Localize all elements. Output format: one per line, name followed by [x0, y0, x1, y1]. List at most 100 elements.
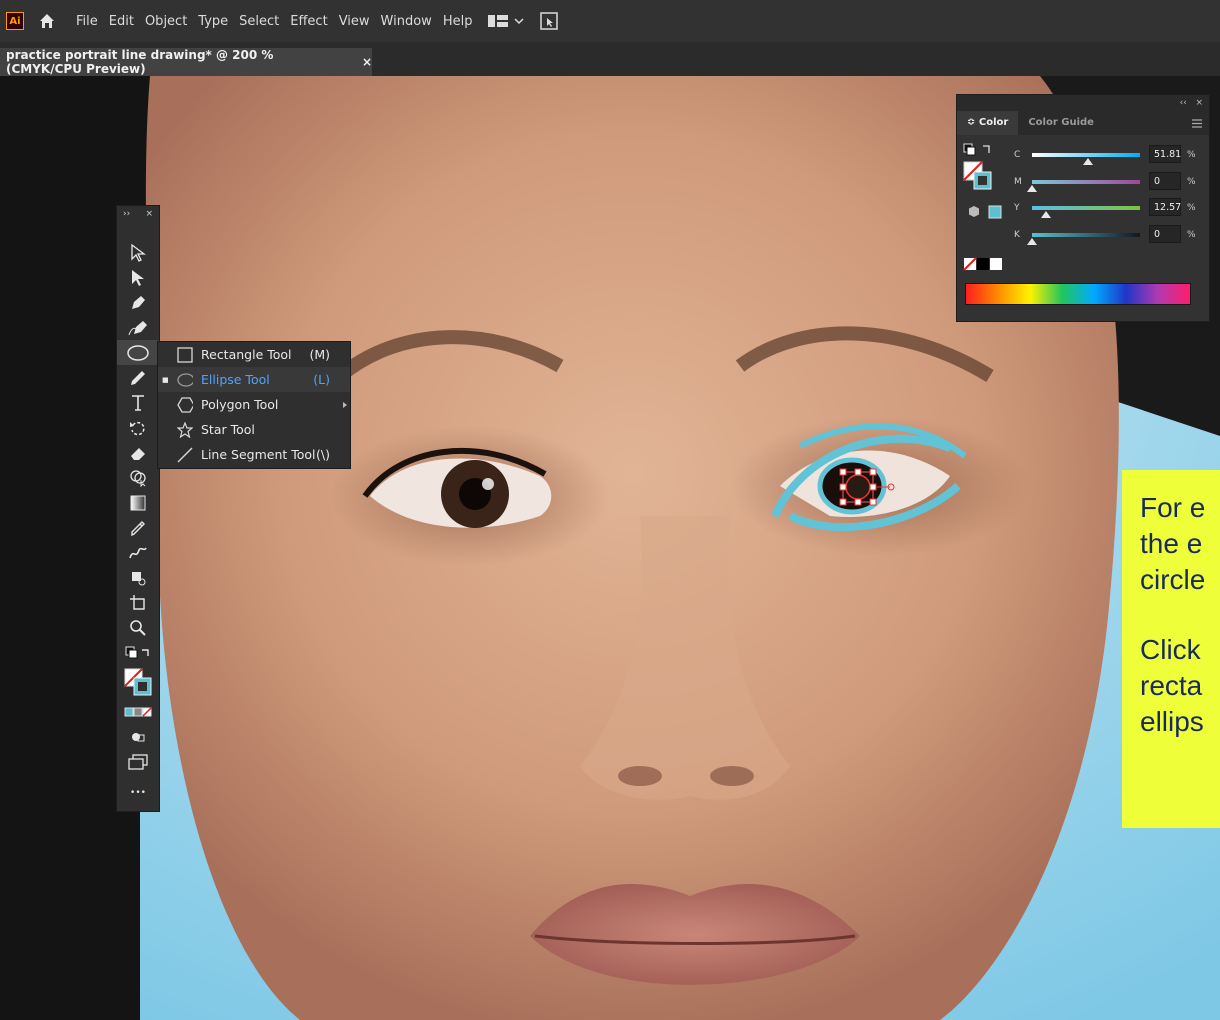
magenta-value-input[interactable]: 0 — [1149, 172, 1181, 190]
drawing-modes[interactable] — [117, 724, 159, 749]
tab-color-guide-label: Color Guide — [1028, 117, 1094, 128]
slider-label: C — [1014, 150, 1021, 160]
pencil-tool[interactable] — [117, 365, 159, 390]
close-panel-icon[interactable]: × — [145, 209, 153, 219]
workspace-switcher[interactable] — [488, 14, 524, 28]
rotate-tool[interactable] — [117, 415, 159, 440]
close-tab-icon[interactable]: × — [362, 55, 372, 69]
unit-label: % — [1187, 230, 1196, 240]
curvature-tool[interactable] — [117, 315, 159, 340]
eraser-icon — [131, 447, 145, 460]
screen-mode-icon — [128, 753, 148, 770]
slider-thumb[interactable] — [1027, 238, 1037, 245]
type-tool[interactable] — [117, 390, 159, 415]
tools-panel: ›› × ••• — [116, 205, 160, 812]
menu-file[interactable]: File — [76, 14, 98, 29]
menu-bar: Ai File Edit Object Type Select Effect V… — [0, 0, 1220, 42]
fill-stroke-icon — [124, 668, 152, 696]
note-line: Click — [1140, 634, 1201, 665]
menu-select[interactable]: Select — [239, 14, 279, 29]
color-spectrum-bar[interactable] — [965, 283, 1191, 305]
unit-label: % — [1187, 150, 1196, 160]
eyedropper-tool[interactable] — [117, 515, 159, 540]
rotate-icon — [130, 421, 145, 435]
workspace-grid-icon — [488, 15, 509, 27]
menu-effect[interactable]: Effect — [290, 14, 327, 29]
slider-track[interactable] — [1032, 180, 1140, 184]
slider-thumb[interactable] — [1041, 211, 1052, 218]
symbol-sprayer-tool[interactable] — [117, 565, 159, 590]
eraser-tool[interactable] — [117, 440, 159, 465]
black-value-input[interactable]: 0 — [1149, 225, 1181, 243]
pencil-icon — [131, 370, 145, 385]
cyan-value-input[interactable]: 51.81 — [1149, 145, 1181, 163]
pen-tool[interactable] — [117, 290, 159, 315]
artboard-tool[interactable] — [117, 590, 159, 615]
menu-object[interactable]: Object — [145, 14, 187, 29]
shape-tools-flyout: Rectangle Tool (M) ■ Ellipse Tool (L) Po… — [157, 341, 351, 469]
note-line: recta — [1140, 670, 1203, 701]
ellipse-icon — [177, 372, 193, 387]
blend-tool[interactable] — [117, 540, 159, 565]
submenu-arrow-icon — [343, 401, 347, 408]
color-mode-buttons[interactable] — [117, 699, 159, 724]
panel-menu-icon[interactable] — [1191, 119, 1203, 128]
flyout-star-tool[interactable]: Star Tool — [158, 417, 350, 442]
collapse-panel-icon[interactable]: ‹‹ — [1180, 98, 1187, 108]
ellipse-tool-icon — [127, 344, 149, 361]
curvature-pen-icon — [128, 320, 147, 335]
shape-builder-tool[interactable] — [117, 465, 159, 490]
zoom-icon — [130, 619, 146, 636]
selection-tool[interactable] — [117, 240, 159, 265]
direct-selection-arrow-icon — [132, 269, 144, 286]
flyout-line-segment-tool[interactable]: Line Segment Tool (\) — [158, 442, 350, 467]
slider-thumb[interactable] — [1083, 158, 1094, 165]
close-panel-icon[interactable]: × — [1195, 98, 1203, 108]
color-none-gradient-icon — [124, 706, 152, 717]
flyout-rectangle-tool[interactable]: Rectangle Tool (M) — [158, 342, 350, 367]
tab-color[interactable]: ≎ Color — [957, 111, 1019, 135]
menu-view[interactable]: View — [339, 14, 370, 29]
instruction-note: For e the e circle Click recta ellips — [1122, 470, 1220, 828]
slider-magenta[interactable]: M 0 % — [957, 172, 1207, 192]
menu-help[interactable]: Help — [443, 14, 473, 29]
document-tab[interactable]: practice portrait line drawing* @ 200 % … — [0, 48, 372, 76]
pen-icon — [132, 295, 145, 309]
eyedropper-icon — [131, 520, 145, 536]
direct-selection-tool[interactable] — [117, 265, 159, 290]
yellow-value-input[interactable]: 12.57 — [1149, 198, 1181, 216]
artboard-icon — [130, 594, 145, 610]
default-fill-stroke[interactable] — [117, 640, 159, 665]
slider-track[interactable] — [1032, 153, 1140, 157]
collapse-panel-icon[interactable]: ›› — [123, 209, 130, 219]
screen-mode[interactable] — [117, 749, 159, 774]
line-icon — [177, 447, 193, 462]
home-icon[interactable] — [38, 12, 56, 30]
slider-black[interactable]: K 0 % — [957, 225, 1207, 245]
drawing-mode-icon — [132, 732, 145, 741]
document-tab-title: practice portrait line drawing* @ 200 % … — [6, 48, 274, 76]
selected-bullet-icon: ■ — [162, 375, 169, 384]
slider-thumb[interactable] — [1027, 185, 1037, 192]
slider-cyan[interactable]: C 51.81 % — [957, 145, 1207, 165]
none-black-white-swatches[interactable] — [963, 257, 1005, 271]
gradient-tool[interactable] — [117, 490, 159, 515]
menu-edit[interactable]: Edit — [109, 14, 134, 29]
tab-color-guide[interactable]: Color Guide — [1018, 111, 1104, 135]
unit-label: % — [1187, 177, 1196, 187]
flyout-shortcut: (M) — [309, 347, 330, 362]
slider-track[interactable] — [1032, 233, 1140, 237]
touch-workspace-icon[interactable] — [540, 12, 559, 30]
slider-yellow[interactable]: Y 12.57 % — [957, 198, 1207, 218]
flyout-polygon-tool[interactable]: Polygon Tool — [158, 392, 350, 417]
slider-track[interactable] — [1032, 206, 1140, 210]
zoom-tool[interactable] — [117, 615, 159, 640]
tab-color-label: Color — [978, 117, 1009, 128]
note-line: the e — [1140, 528, 1203, 559]
fill-stroke-swatch[interactable] — [117, 665, 159, 699]
menu-type[interactable]: Type — [198, 14, 228, 29]
flyout-ellipse-tool[interactable]: ■ Ellipse Tool (L) — [158, 367, 350, 392]
menu-window[interactable]: Window — [381, 14, 432, 29]
edit-toolbar-icon[interactable]: ••• — [117, 780, 159, 805]
ellipse-tool[interactable] — [117, 340, 159, 365]
